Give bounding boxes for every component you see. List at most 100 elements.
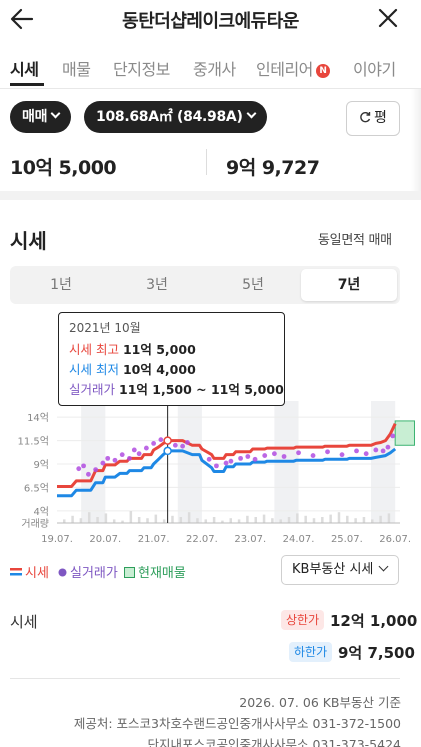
bottom-sise-label: 시세 — [10, 613, 38, 631]
transaction-dot — [136, 451, 142, 457]
transaction-dot — [151, 440, 157, 446]
tooltip-marker-max — [163, 436, 172, 445]
trade-type-dropdown[interactable]: 매매 — [10, 101, 72, 133]
volume-bar — [79, 518, 83, 523]
tooltip-min-label: 시세 최저 — [69, 362, 119, 377]
area-dropdown[interactable]: 108.68A㎡ (84.98A) — [84, 101, 267, 133]
close-icon[interactable] — [378, 8, 398, 28]
tab-bar: 시세 매물 단지정보 중개사 인테리어 N 이야기 — [0, 50, 421, 88]
transaction-dot — [310, 453, 316, 458]
chevron-down-icon — [378, 561, 389, 572]
tab-stories[interactable]: 이야기 — [353, 56, 396, 80]
volume-bar — [154, 514, 158, 523]
y-tick-label: 거래량 — [21, 518, 49, 530]
app-header: 동탄더샵레이크에듀타운 — [0, 0, 421, 38]
transaction-dot — [339, 452, 345, 458]
legend-sise-label: 시세 — [25, 566, 49, 581]
legend-actual: 실거래가 — [58, 562, 118, 581]
volume-bar — [212, 517, 216, 523]
volume-bar — [196, 518, 199, 523]
tabs-divider — [0, 88, 421, 89]
volume-bar — [162, 519, 166, 523]
legend-listing-label: 현재매물 — [138, 566, 186, 581]
transaction-dot — [127, 455, 132, 461]
active-tab-indicator — [10, 83, 44, 86]
tab-interior-label: 인테리어 — [256, 60, 313, 79]
upper-limit-price: 12억 1,000 — [330, 612, 418, 630]
line-pair-icon — [10, 568, 22, 576]
volume-bar — [187, 512, 191, 523]
area-label: 108.68A㎡ (84.98A) — [96, 109, 243, 125]
y-tick-label: 6.5억 — [24, 482, 49, 494]
volume-bar — [312, 518, 316, 523]
transaction-dot — [245, 454, 251, 459]
tab-brokers[interactable]: 중개사 — [193, 56, 236, 80]
volume-bar — [87, 512, 91, 523]
volume-bar — [379, 515, 382, 523]
same-area-link[interactable]: 동일면적 매매 — [318, 229, 392, 248]
volume-bar — [137, 517, 141, 523]
period-7y[interactable]: 7년 — [301, 269, 397, 301]
transaction-dot — [131, 447, 137, 453]
tab-complex-info[interactable]: 단지정보 — [113, 56, 170, 80]
period-1y[interactable]: 1년 — [13, 269, 109, 301]
dot-icon — [58, 568, 67, 577]
volume-bar — [104, 513, 108, 523]
pyeong-label: 평 — [374, 110, 387, 126]
transaction-dot — [380, 448, 386, 454]
x-tick-label: 26.07. — [379, 534, 411, 545]
x-tick-label: 20.07. — [89, 534, 121, 545]
transaction-dot — [385, 444, 391, 450]
tab-listings[interactable]: 매물 — [62, 56, 91, 80]
tooltip-max-value: 11억 5,000 — [122, 342, 196, 357]
volume-bar — [321, 517, 324, 523]
transaction-dot — [325, 449, 330, 455]
transaction-dot — [252, 456, 258, 462]
pyeong-toggle-button[interactable]: 평 — [346, 101, 400, 136]
period-5y[interactable]: 5년 — [205, 269, 301, 301]
volume-bar — [337, 512, 341, 523]
transaction-dot — [185, 440, 190, 445]
summary-right-price: 9억 9,727 — [226, 157, 320, 179]
volume-bar — [362, 517, 366, 523]
scroll-shadow — [411, 89, 421, 191]
volume-bar — [63, 519, 66, 523]
chevron-down-icon — [50, 108, 61, 119]
volume-bar — [179, 517, 183, 523]
transaction-dot — [105, 455, 111, 461]
transaction-dot — [390, 433, 396, 439]
summary-divider — [206, 149, 207, 175]
transaction-dot — [86, 471, 91, 477]
transaction-dot — [81, 463, 86, 469]
x-tick-label: 23.07. — [234, 534, 266, 545]
transaction-dot — [214, 463, 219, 469]
source-select[interactable]: KB부동산 시세 — [281, 555, 399, 585]
volume-bar — [204, 519, 208, 523]
tab-sise[interactable]: 시세 — [10, 56, 39, 80]
year-band — [371, 401, 396, 523]
tooltip-actual-value: 11억 1,500 ~ 11억 5,000 — [119, 382, 284, 397]
period-3y[interactable]: 3년 — [109, 269, 205, 301]
section-gap — [0, 191, 421, 200]
transaction-dot — [223, 460, 229, 466]
upper-limit-tag: 상한가 — [281, 610, 325, 630]
tab-interior[interactable]: 인테리어 N — [256, 56, 330, 80]
volume-bar — [71, 515, 74, 523]
transaction-dot — [354, 448, 359, 454]
page-title: 동탄더샵레이크에듀타운 — [122, 11, 299, 32]
volume-bar — [229, 518, 232, 523]
transaction-dot — [296, 450, 301, 456]
y-tick-label: 14억 — [27, 412, 49, 424]
price-chart[interactable]: 14억 11.5억 9억 6.5억 4억거래량 19.07. 20.07. 21.07. 22.… — [0, 395, 421, 550]
y-tick-label: 9억 — [33, 459, 49, 471]
volume-bar — [254, 517, 257, 523]
y-tick-label: 11.5억 — [18, 436, 49, 448]
volume-bar — [287, 517, 291, 523]
footer-provider-1: 제공처: 포스코3차호수랜드공인중개사사무소 031-372-1500 — [73, 716, 401, 731]
summary-left-price: 10억 5,000 — [10, 157, 117, 179]
volume-bar — [304, 515, 307, 523]
volume-bar — [96, 517, 99, 523]
volume-bar — [171, 515, 174, 523]
x-tick-label: 25.07. — [331, 534, 363, 545]
volume-bar — [112, 519, 116, 523]
